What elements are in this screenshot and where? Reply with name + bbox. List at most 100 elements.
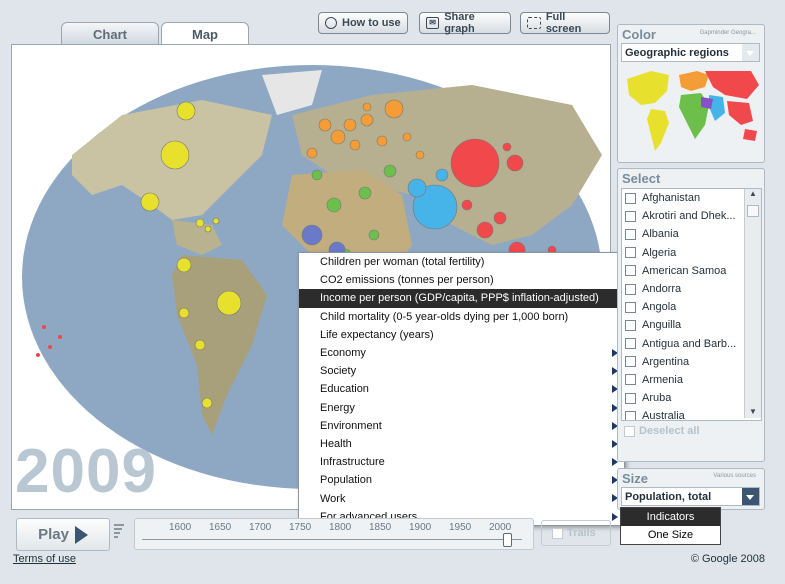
deselect-all-button[interactable]: Deselect all — [624, 425, 700, 437]
bubble-pacific-1[interactable] — [42, 325, 46, 329]
country-list[interactable]: Afghanistan Akrotiri and Dhek... Albania… — [621, 188, 762, 421]
menu-item-society[interactable]: Society — [299, 362, 624, 380]
menu-item-infrastructure[interactable]: Infrastructure — [299, 453, 624, 471]
bubble-algeria[interactable] — [311, 169, 323, 181]
legend-americas-north[interactable] — [627, 71, 669, 105]
checkbox[interactable] — [625, 410, 636, 420]
bubble-peru[interactable] — [178, 307, 190, 319]
menu-item-child-mortality[interactable]: Child mortality (0-5 year-olds dying per… — [299, 308, 624, 326]
checkbox[interactable] — [625, 338, 636, 350]
checkbox[interactable] — [625, 356, 636, 368]
bubble-nigeria[interactable] — [326, 197, 342, 213]
bubble-caribbean[interactable] — [195, 218, 205, 228]
bubble-argentina[interactable] — [194, 339, 206, 351]
list-item[interactable]: Algeria — [622, 244, 761, 262]
tab-chart[interactable]: Chart — [61, 22, 159, 45]
bubble-colombia[interactable] — [176, 257, 192, 273]
bubble-vietnam[interactable] — [493, 211, 507, 225]
bubble-pacific-2[interactable] — [48, 345, 52, 349]
play-button[interactable]: Play — [16, 518, 110, 551]
scroll-thumb[interactable] — [747, 205, 759, 217]
bubble-thailand[interactable] — [461, 199, 473, 211]
list-item[interactable]: Angola — [622, 298, 761, 316]
bubble-bangladesh[interactable] — [435, 168, 449, 182]
speed-control[interactable] — [114, 522, 124, 546]
bubble-tanzania[interactable] — [368, 229, 380, 241]
trails-checkbox[interactable] — [552, 527, 563, 539]
bubble-brazil[interactable] — [216, 290, 242, 316]
list-item[interactable]: Anguilla — [622, 316, 761, 334]
bubble-korea[interactable] — [502, 142, 512, 152]
option-indicators[interactable]: Indicators — [621, 508, 720, 526]
menu-item-health[interactable]: Health — [299, 435, 624, 453]
bubble-germany[interactable] — [343, 118, 357, 132]
bubble-pacific-4[interactable] — [36, 353, 40, 357]
bubble-philippines[interactable] — [476, 221, 494, 239]
trails-toggle[interactable]: Trails — [541, 520, 611, 546]
bubble-turkey[interactable] — [402, 132, 412, 142]
bubble-caribbean-3[interactable] — [212, 217, 220, 225]
full-screen-button[interactable]: Full screen — [520, 11, 610, 35]
bubble-pakistan[interactable] — [407, 178, 427, 198]
deselect-checkbox[interactable] — [624, 425, 635, 437]
scroll-down-icon[interactable]: ▼ — [745, 407, 761, 416]
bubble-caribbean-2[interactable] — [204, 225, 212, 233]
bubble-chile[interactable] — [201, 397, 213, 409]
legend-europe[interactable] — [679, 71, 709, 91]
legend-americas-south[interactable] — [647, 109, 669, 151]
size-options-popup[interactable]: Indicators One Size — [620, 507, 721, 545]
share-graph-button[interactable]: ✉ Share graph — [419, 11, 511, 35]
list-scrollbar[interactable]: ▲ ▼ — [744, 189, 761, 418]
scroll-up-icon[interactable]: ▲ — [745, 189, 761, 203]
checkbox[interactable] — [625, 192, 636, 204]
checkbox[interactable] — [625, 228, 636, 240]
bubble-purple-1[interactable] — [301, 224, 323, 246]
checkbox[interactable] — [625, 283, 636, 295]
menu-item-energy[interactable]: Energy — [299, 399, 624, 417]
legend-east-asia-pacific[interactable] — [727, 101, 753, 125]
checkbox[interactable] — [625, 265, 636, 277]
list-item[interactable]: Akrotiri and Dhek... — [622, 207, 761, 225]
bubble-pacific-3[interactable] — [58, 335, 62, 339]
list-item[interactable]: Antigua and Barb... — [622, 335, 761, 353]
menu-item-income-per-person[interactable]: Income per person (GDP/capita, PPP$ infl… — [299, 289, 624, 308]
menu-item-education[interactable]: Education — [299, 380, 624, 398]
bubble-ukraine[interactable] — [376, 135, 388, 147]
list-item[interactable]: Aruba — [622, 389, 761, 407]
checkbox[interactable] — [625, 319, 636, 331]
how-to-use-button[interactable]: How to use — [318, 12, 408, 34]
bubble-iran[interactable] — [415, 150, 425, 160]
list-item[interactable]: Andorra — [622, 280, 761, 298]
bubble-scandinavia[interactable] — [362, 102, 372, 112]
menu-item-life-expectancy[interactable]: Life expectancy (years) — [299, 326, 624, 344]
legend-middle-east[interactable] — [701, 97, 713, 109]
chevron-down-icon[interactable] — [742, 44, 759, 61]
bubble-russia[interactable] — [384, 99, 404, 119]
legend-east-asia[interactable] — [705, 71, 759, 99]
bubble-mexico[interactable] — [140, 192, 160, 212]
indicator-context-menu[interactable]: Children per woman (total fertility) CO2… — [298, 252, 625, 526]
region-legend-map[interactable] — [621, 65, 761, 157]
bubble-spain[interactable] — [306, 147, 318, 159]
list-item[interactable]: American Samoa — [622, 262, 761, 280]
bubble-japan[interactable] — [506, 154, 524, 172]
bubble-poland[interactable] — [360, 113, 374, 127]
menu-item-children-per-woman[interactable]: Children per woman (total fertility) — [299, 253, 624, 271]
chevron-down-icon[interactable] — [742, 488, 759, 505]
tab-map[interactable]: Map — [161, 22, 249, 46]
menu-item-work[interactable]: Work — [299, 489, 624, 507]
legend-australia[interactable] — [743, 129, 757, 141]
list-item[interactable]: Armenia — [622, 371, 761, 389]
bubble-italy[interactable] — [349, 139, 361, 151]
option-one-size[interactable]: One Size — [621, 526, 720, 544]
bubble-egypt[interactable] — [358, 186, 372, 200]
bubble-uk[interactable] — [318, 118, 332, 132]
bubble-china[interactable] — [450, 138, 500, 188]
size-select[interactable]: Population, total — [621, 487, 760, 506]
checkbox[interactable] — [625, 247, 636, 259]
menu-item-population[interactable]: Population — [299, 471, 624, 489]
bubble-france[interactable] — [330, 129, 346, 145]
list-item[interactable]: Albania — [622, 225, 761, 243]
terms-of-use-link[interactable]: Terms of use — [13, 553, 76, 565]
menu-item-co2-emissions[interactable]: CO2 emissions (tonnes per person) — [299, 271, 624, 289]
